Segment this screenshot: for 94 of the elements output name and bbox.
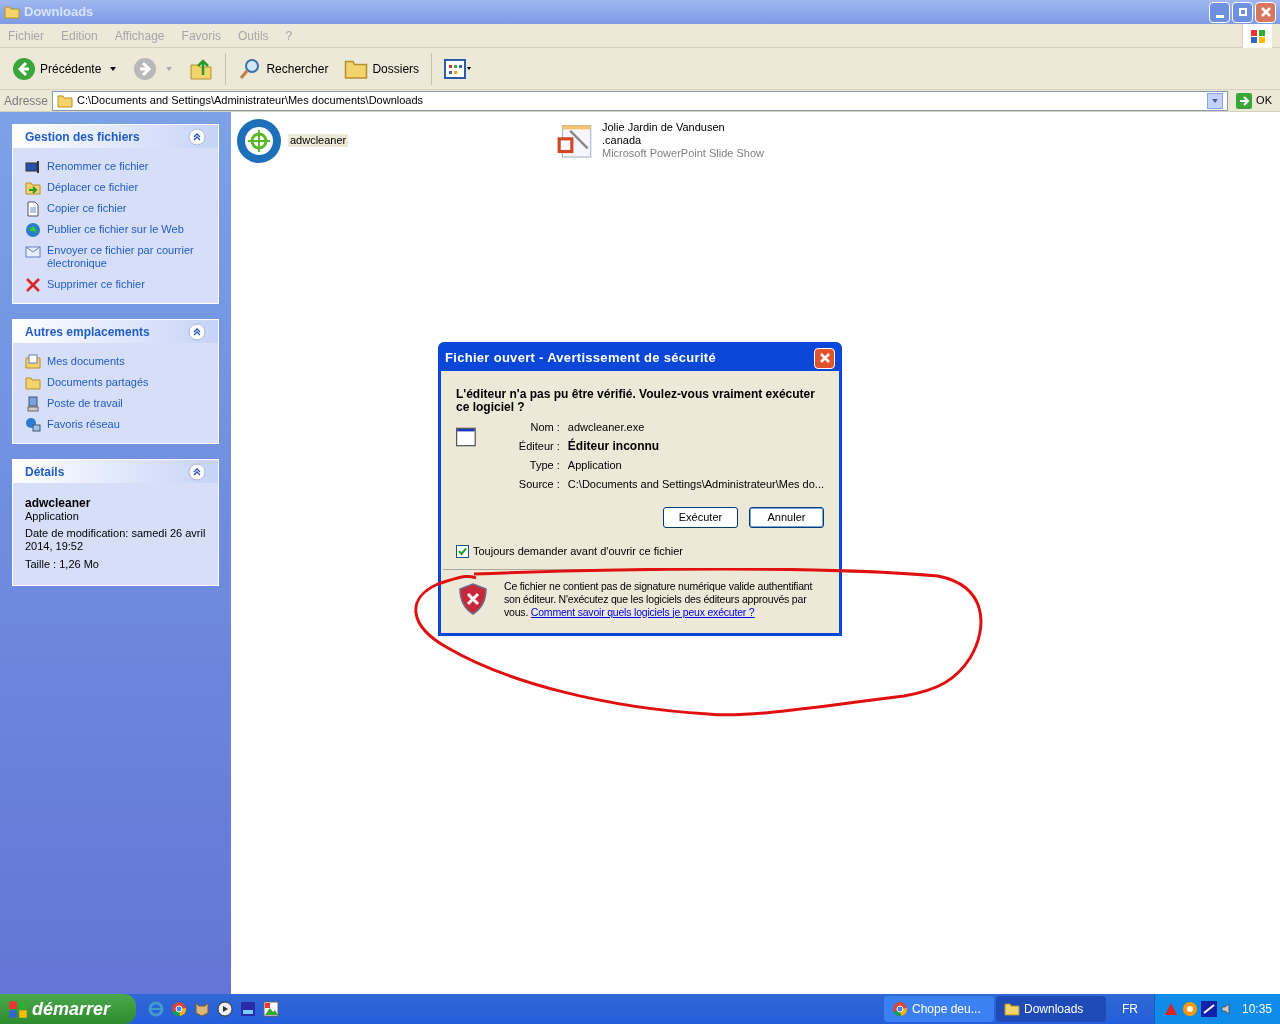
taskbar-window-button[interactable]: Chope deu... — [884, 996, 994, 1022]
task-link[interactable]: Mes documents — [47, 353, 125, 370]
dropdown-caret-icon — [109, 64, 118, 73]
dialog-title: Fichier ouvert - Avertissement de sécurité — [445, 349, 716, 368]
folder-documents-icon — [25, 354, 41, 370]
file-type: Microsoft PowerPoint Slide Show — [601, 147, 765, 160]
dialog-button[interactable]: Exécuter — [663, 507, 738, 528]
field-label: Nom : — [529, 420, 560, 434]
collapse-chevron-icon[interactable] — [188, 462, 206, 481]
file-name: Jolie Jardin de Vandusen .canada — [601, 121, 726, 147]
views-icon — [444, 58, 473, 79]
app-crosshair-icon — [236, 118, 282, 164]
task-link[interactable]: Supprimer ce fichier — [47, 276, 145, 293]
field-label: Type : — [528, 458, 560, 472]
task-link[interactable]: Documents partagés — [47, 374, 149, 391]
computer-icon — [25, 396, 41, 412]
field-value: adwcleaner.exe — [567, 420, 646, 434]
3d-logo-icon[interactable] — [240, 1001, 256, 1017]
close-icon — [818, 352, 831, 364]
address-label: Adresse — [4, 92, 49, 110]
tray-icon[interactable] — [1201, 1001, 1217, 1017]
back-button[interactable]: Précédente — [8, 52, 122, 85]
close-button[interactable] — [1255, 1, 1276, 23]
file-item[interactable]: Jolie Jardin de Vandusen .canada Microsoft PowerPoint Slide Show — [556, 118, 766, 166]
details-date: Date de modification: samedi 26 avril 2014, 19:52 — [25, 527, 206, 553]
minimize-button[interactable] — [1209, 1, 1230, 23]
x-icon — [25, 277, 41, 293]
folder-icon — [4, 4, 20, 20]
network-globe-icon — [25, 417, 41, 433]
panel-header[interactable]: Gestion des fichiers — [13, 125, 218, 148]
folder-arrow-icon — [25, 180, 41, 196]
search-button[interactable]: Rechercher — [234, 52, 333, 85]
media-player-icon[interactable] — [217, 1001, 233, 1017]
folders-button[interactable]: Dossiers — [340, 52, 424, 85]
file-name: adwcleaner — [288, 134, 349, 147]
close-icon — [1259, 6, 1272, 18]
checkbox-label: Toujours demander avant d'ouvrir ce fichier — [473, 544, 683, 559]
folder-icon — [25, 375, 41, 391]
collapse-chevron-icon[interactable] — [188, 322, 206, 341]
file-item[interactable]: adwcleaner — [236, 118, 446, 164]
folder-icon — [57, 92, 74, 109]
document-icon — [25, 201, 41, 217]
dialog-question: L'éditeur n'a pas pu être vérifié. Voulez-vous vraiment exécuter ce logiciel ? — [456, 388, 816, 414]
details-name: adwcleaner — [25, 497, 92, 510]
language-indicator[interactable]: FR — [1122, 1000, 1138, 1018]
dropdown-caret-icon — [165, 64, 174, 73]
dialog-button[interactable]: Annuler — [749, 507, 824, 528]
taskbar-window-button[interactable]: Downloads — [996, 996, 1106, 1022]
details-size: Taille : 1,26 Mo — [25, 558, 100, 571]
field-value: Application — [567, 458, 623, 472]
picture-icon[interactable] — [263, 1001, 279, 1017]
panel-title: Détails — [25, 463, 65, 481]
task-link[interactable]: Déplacer ce fichier — [47, 179, 139, 196]
address-dropdown[interactable] — [1207, 92, 1224, 109]
task-link[interactable]: Poste de travail — [47, 395, 123, 412]
cat-face-icon[interactable] — [194, 1001, 210, 1017]
browser-logo-icon[interactable] — [171, 1001, 187, 1017]
rename-icon — [25, 159, 41, 175]
restore-button[interactable] — [1232, 1, 1253, 23]
address-field[interactable]: C:\Documents and Settings\Administrateur\Mes documents\Downloads — [52, 90, 1229, 111]
windows-flag-icon — [8, 999, 28, 1019]
field-label: Source : — [517, 477, 560, 491]
collapse-chevron-icon[interactable] — [188, 127, 206, 146]
details-type: Application — [25, 510, 80, 523]
task-link[interactable]: Copier ce fichier — [47, 200, 127, 217]
start-button[interactable]: démarrer — [0, 994, 136, 1024]
dropdown-caret-icon — [1211, 96, 1220, 105]
panel-title: Gestion des fichiers — [25, 128, 140, 146]
help-link[interactable]: Comment savoir quels logiciels je peux exécuter ? — [530, 605, 755, 618]
address-path: C:\Documents and Settings\Administrateur\Mes documents\Downloads — [77, 93, 424, 109]
check-icon — [458, 546, 467, 556]
envelope-icon — [25, 243, 41, 259]
field-value: Éditeur inconnu — [567, 439, 661, 453]
field-value: C:\Documents and Settings\Administrateur\Mes do... — [567, 477, 824, 491]
go-button[interactable]: OK — [1232, 92, 1276, 109]
task-link[interactable]: Envoyer ce fichier par courrier électronique — [47, 242, 206, 272]
task-link[interactable]: Renommer ce fichier — [47, 158, 149, 175]
checkbox[interactable] — [456, 544, 469, 558]
task-link[interactable]: Favoris réseau — [47, 416, 120, 433]
go-arrow-icon — [1236, 92, 1253, 109]
window-title: Downloads — [24, 3, 94, 22]
shield-x-icon — [458, 583, 488, 615]
globe-icon — [25, 222, 41, 238]
clock: 10:35 — [1241, 1001, 1272, 1018]
folder-icon — [1004, 1001, 1020, 1017]
panel-header[interactable]: Détails — [13, 460, 218, 483]
browser-logo-icon[interactable] — [892, 1001, 908, 1017]
warning-text: Ce fichier ne contient pas de signature numérique valide authentifiant son éditeur. N'exécutez que les logiciels des éditeurs approuvés par vous. Comment savoir quels logiciels je peux exécuter ? — [504, 579, 814, 619]
panel-header[interactable]: Autres emplacements — [13, 320, 218, 343]
task-link[interactable]: Publier ce fichier sur le Web — [47, 221, 184, 238]
panel-title: Autres emplacements — [25, 323, 150, 341]
close-button[interactable] — [814, 347, 835, 369]
field-label: Éditeur : — [517, 439, 560, 453]
windows-flag-icon — [1249, 27, 1266, 44]
